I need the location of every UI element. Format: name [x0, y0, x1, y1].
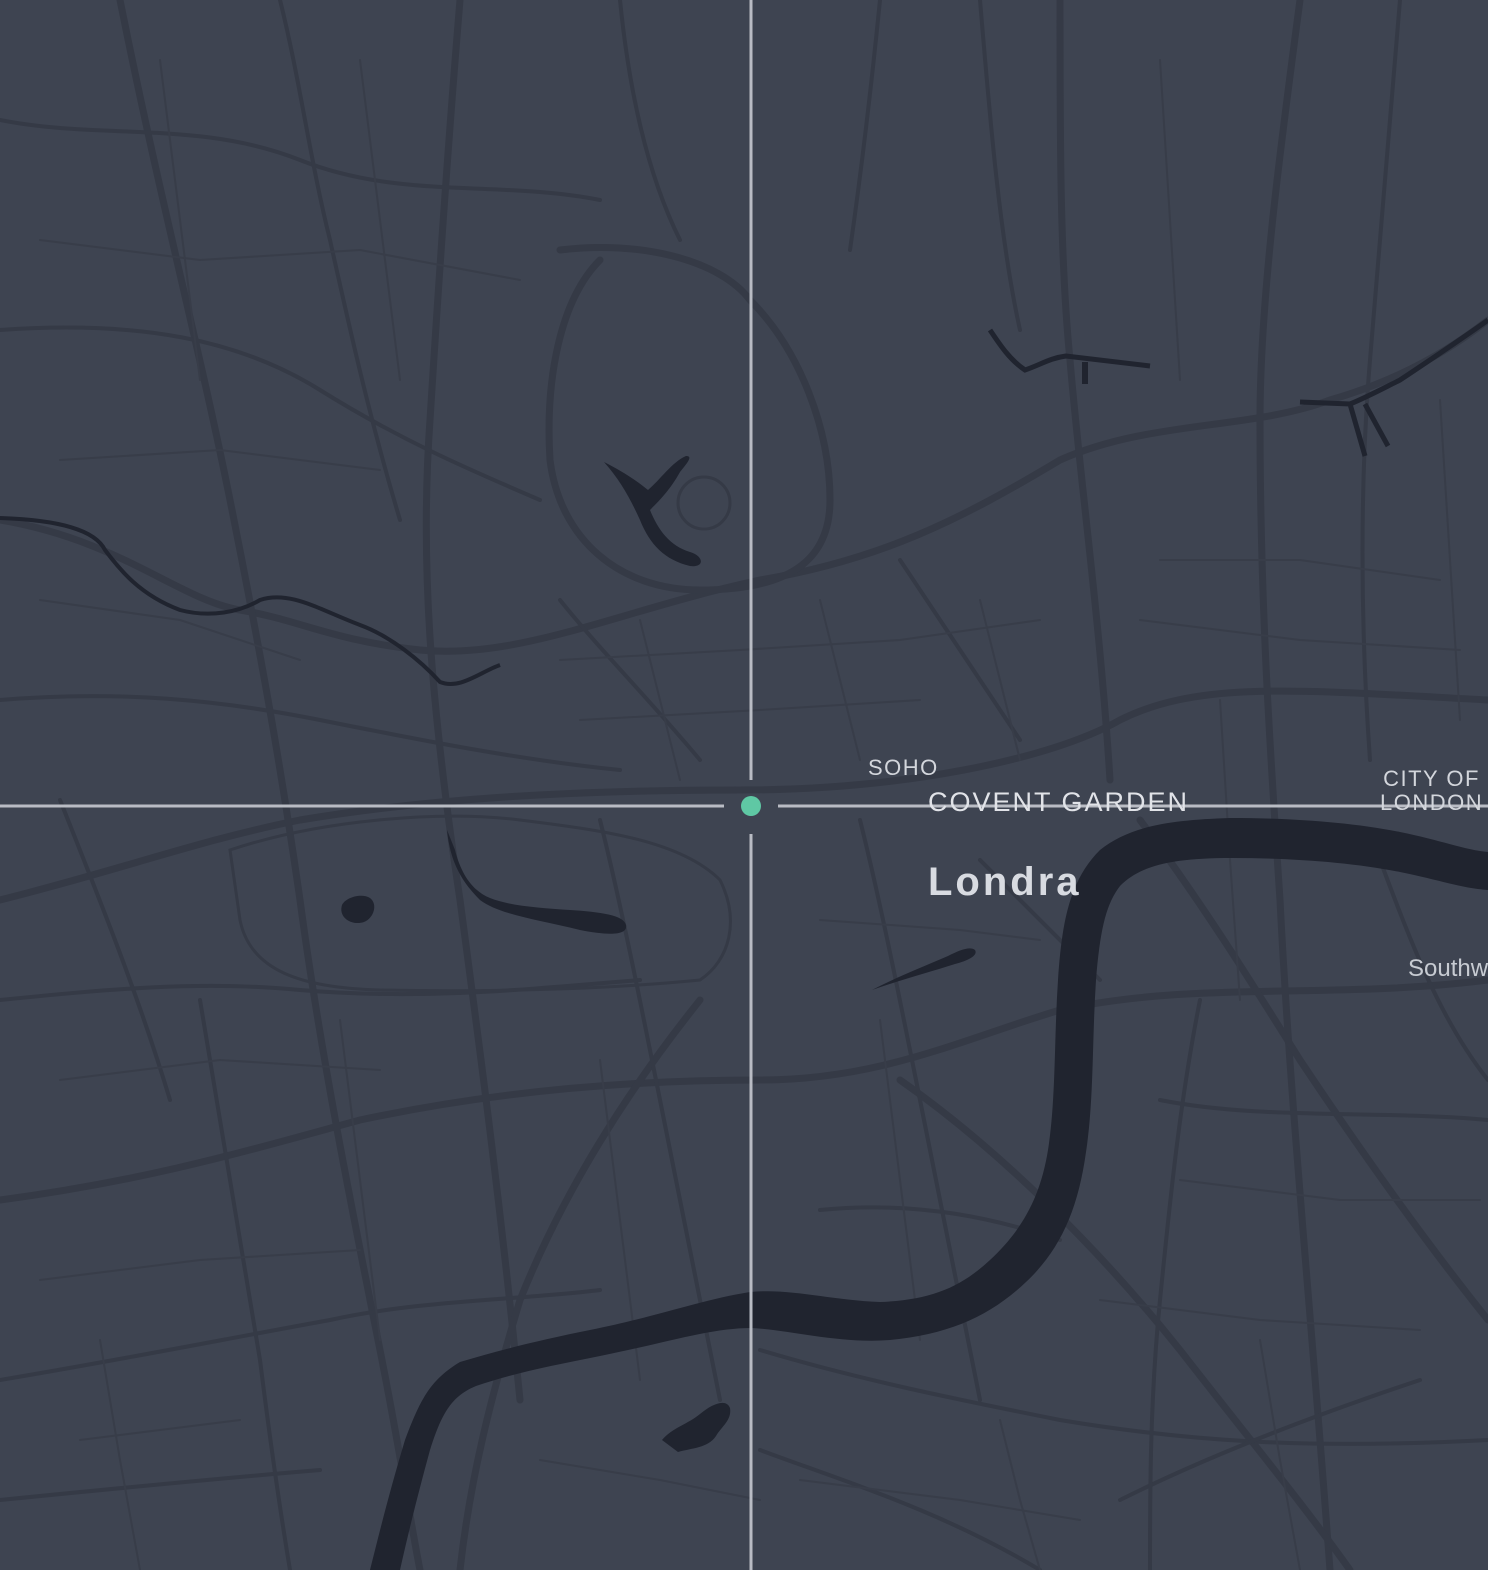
map-canvas[interactable] — [0, 0, 1488, 1570]
map-background — [0, 0, 1488, 1570]
dock — [1082, 362, 1088, 384]
location-dot-icon[interactable] — [741, 796, 761, 816]
